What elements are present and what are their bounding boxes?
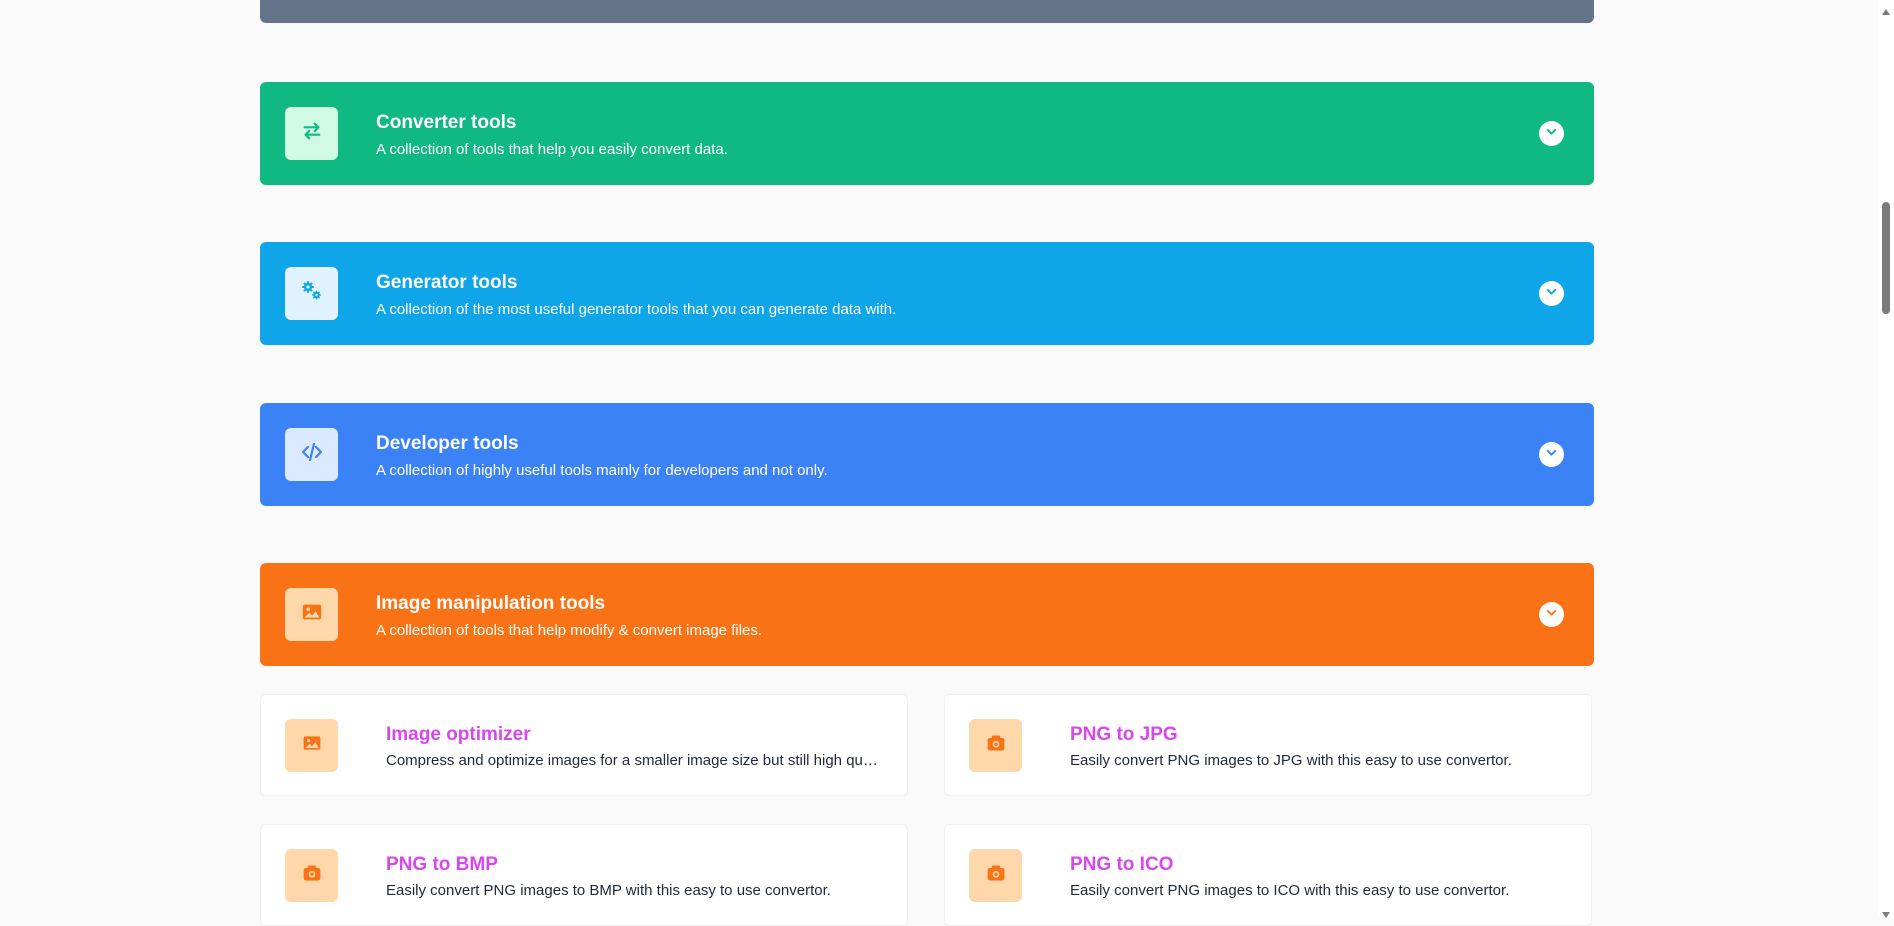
tool-card-png-to-jpg[interactable]: PNG to JPG Easily convert PNG images to …	[944, 694, 1592, 796]
category-title: Converter tools	[376, 112, 517, 133]
expand-toggle[interactable]	[1539, 442, 1564, 467]
category-description: A collection of tools that help you easi…	[376, 141, 728, 158]
tool-description: Easily convert PNG images to ICO with th…	[1070, 882, 1510, 899]
category-icon-box	[285, 267, 338, 320]
chevron-down-icon	[1545, 446, 1558, 464]
image-icon	[302, 733, 322, 758]
tool-title[interactable]: PNG to BMP	[386, 853, 498, 877]
scrollbar-thumb[interactable]	[1882, 202, 1890, 314]
category-title: Generator tools	[376, 272, 518, 293]
scroll-down-arrow[interactable]	[1881, 906, 1891, 918]
camera-icon	[986, 863, 1006, 888]
expand-toggle[interactable]	[1539, 602, 1564, 627]
category-generator-tools[interactable]: Generator tools A collection of the most…	[260, 242, 1594, 345]
camera-icon	[986, 733, 1006, 758]
category-developer-tools[interactable]: Developer tools A collection of highly u…	[260, 403, 1594, 506]
scroll-up-arrow[interactable]	[1881, 3, 1891, 15]
image-icon	[301, 601, 323, 628]
arrows-left-right-icon	[301, 120, 323, 147]
previous-category-panel[interactable]	[260, 0, 1594, 23]
tool-title[interactable]: PNG to JPG	[1070, 723, 1178, 747]
category-icon-box	[285, 107, 338, 160]
category-description: A collection of highly useful tools main…	[376, 462, 828, 479]
category-icon-box	[285, 428, 338, 481]
category-converter-tools[interactable]: Converter tools A collection of tools th…	[260, 82, 1594, 185]
tool-title[interactable]: PNG to ICO	[1070, 853, 1173, 877]
tool-icon-box	[285, 719, 338, 772]
chevron-down-icon	[1545, 125, 1558, 143]
tool-card-image-optimizer[interactable]: Image optimizer Compress and optimize im…	[260, 694, 908, 796]
tool-icon-box	[969, 849, 1022, 902]
category-title: Image manipulation tools	[376, 593, 606, 614]
category-icon-box	[285, 588, 338, 641]
tool-card-png-to-ico[interactable]: PNG to ICO Easily convert PNG images to …	[944, 824, 1592, 926]
tool-description: Compress and optimize images for a small…	[386, 752, 881, 769]
gears-icon	[300, 279, 324, 308]
chevron-down-icon	[1545, 285, 1558, 303]
tool-icon-box	[969, 719, 1022, 772]
tool-title[interactable]: Image optimizer	[386, 723, 531, 747]
chevron-down-icon	[1545, 606, 1558, 624]
category-title: Developer tools	[376, 433, 519, 454]
tool-icon-box	[285, 849, 338, 902]
expand-toggle[interactable]	[1539, 281, 1564, 306]
vertical-scrollbar[interactable]	[1878, 0, 1894, 918]
tool-description: Easily convert PNG images to JPG with th…	[1070, 752, 1512, 769]
expand-toggle[interactable]	[1539, 121, 1564, 146]
camera-icon	[302, 863, 322, 888]
category-description: A collection of tools that help modify &…	[376, 622, 763, 639]
category-description: A collection of the most useful generato…	[376, 301, 897, 318]
tools-page: Converter tools A collection of tools th…	[0, 0, 1878, 926]
category-image-manipulation-tools[interactable]: Image manipulation tools A collection of…	[260, 563, 1594, 666]
tool-description: Easily convert PNG images to BMP with th…	[386, 882, 831, 899]
code-icon	[300, 440, 324, 469]
tool-card-png-to-bmp[interactable]: PNG to BMP Easily convert PNG images to …	[260, 824, 908, 926]
